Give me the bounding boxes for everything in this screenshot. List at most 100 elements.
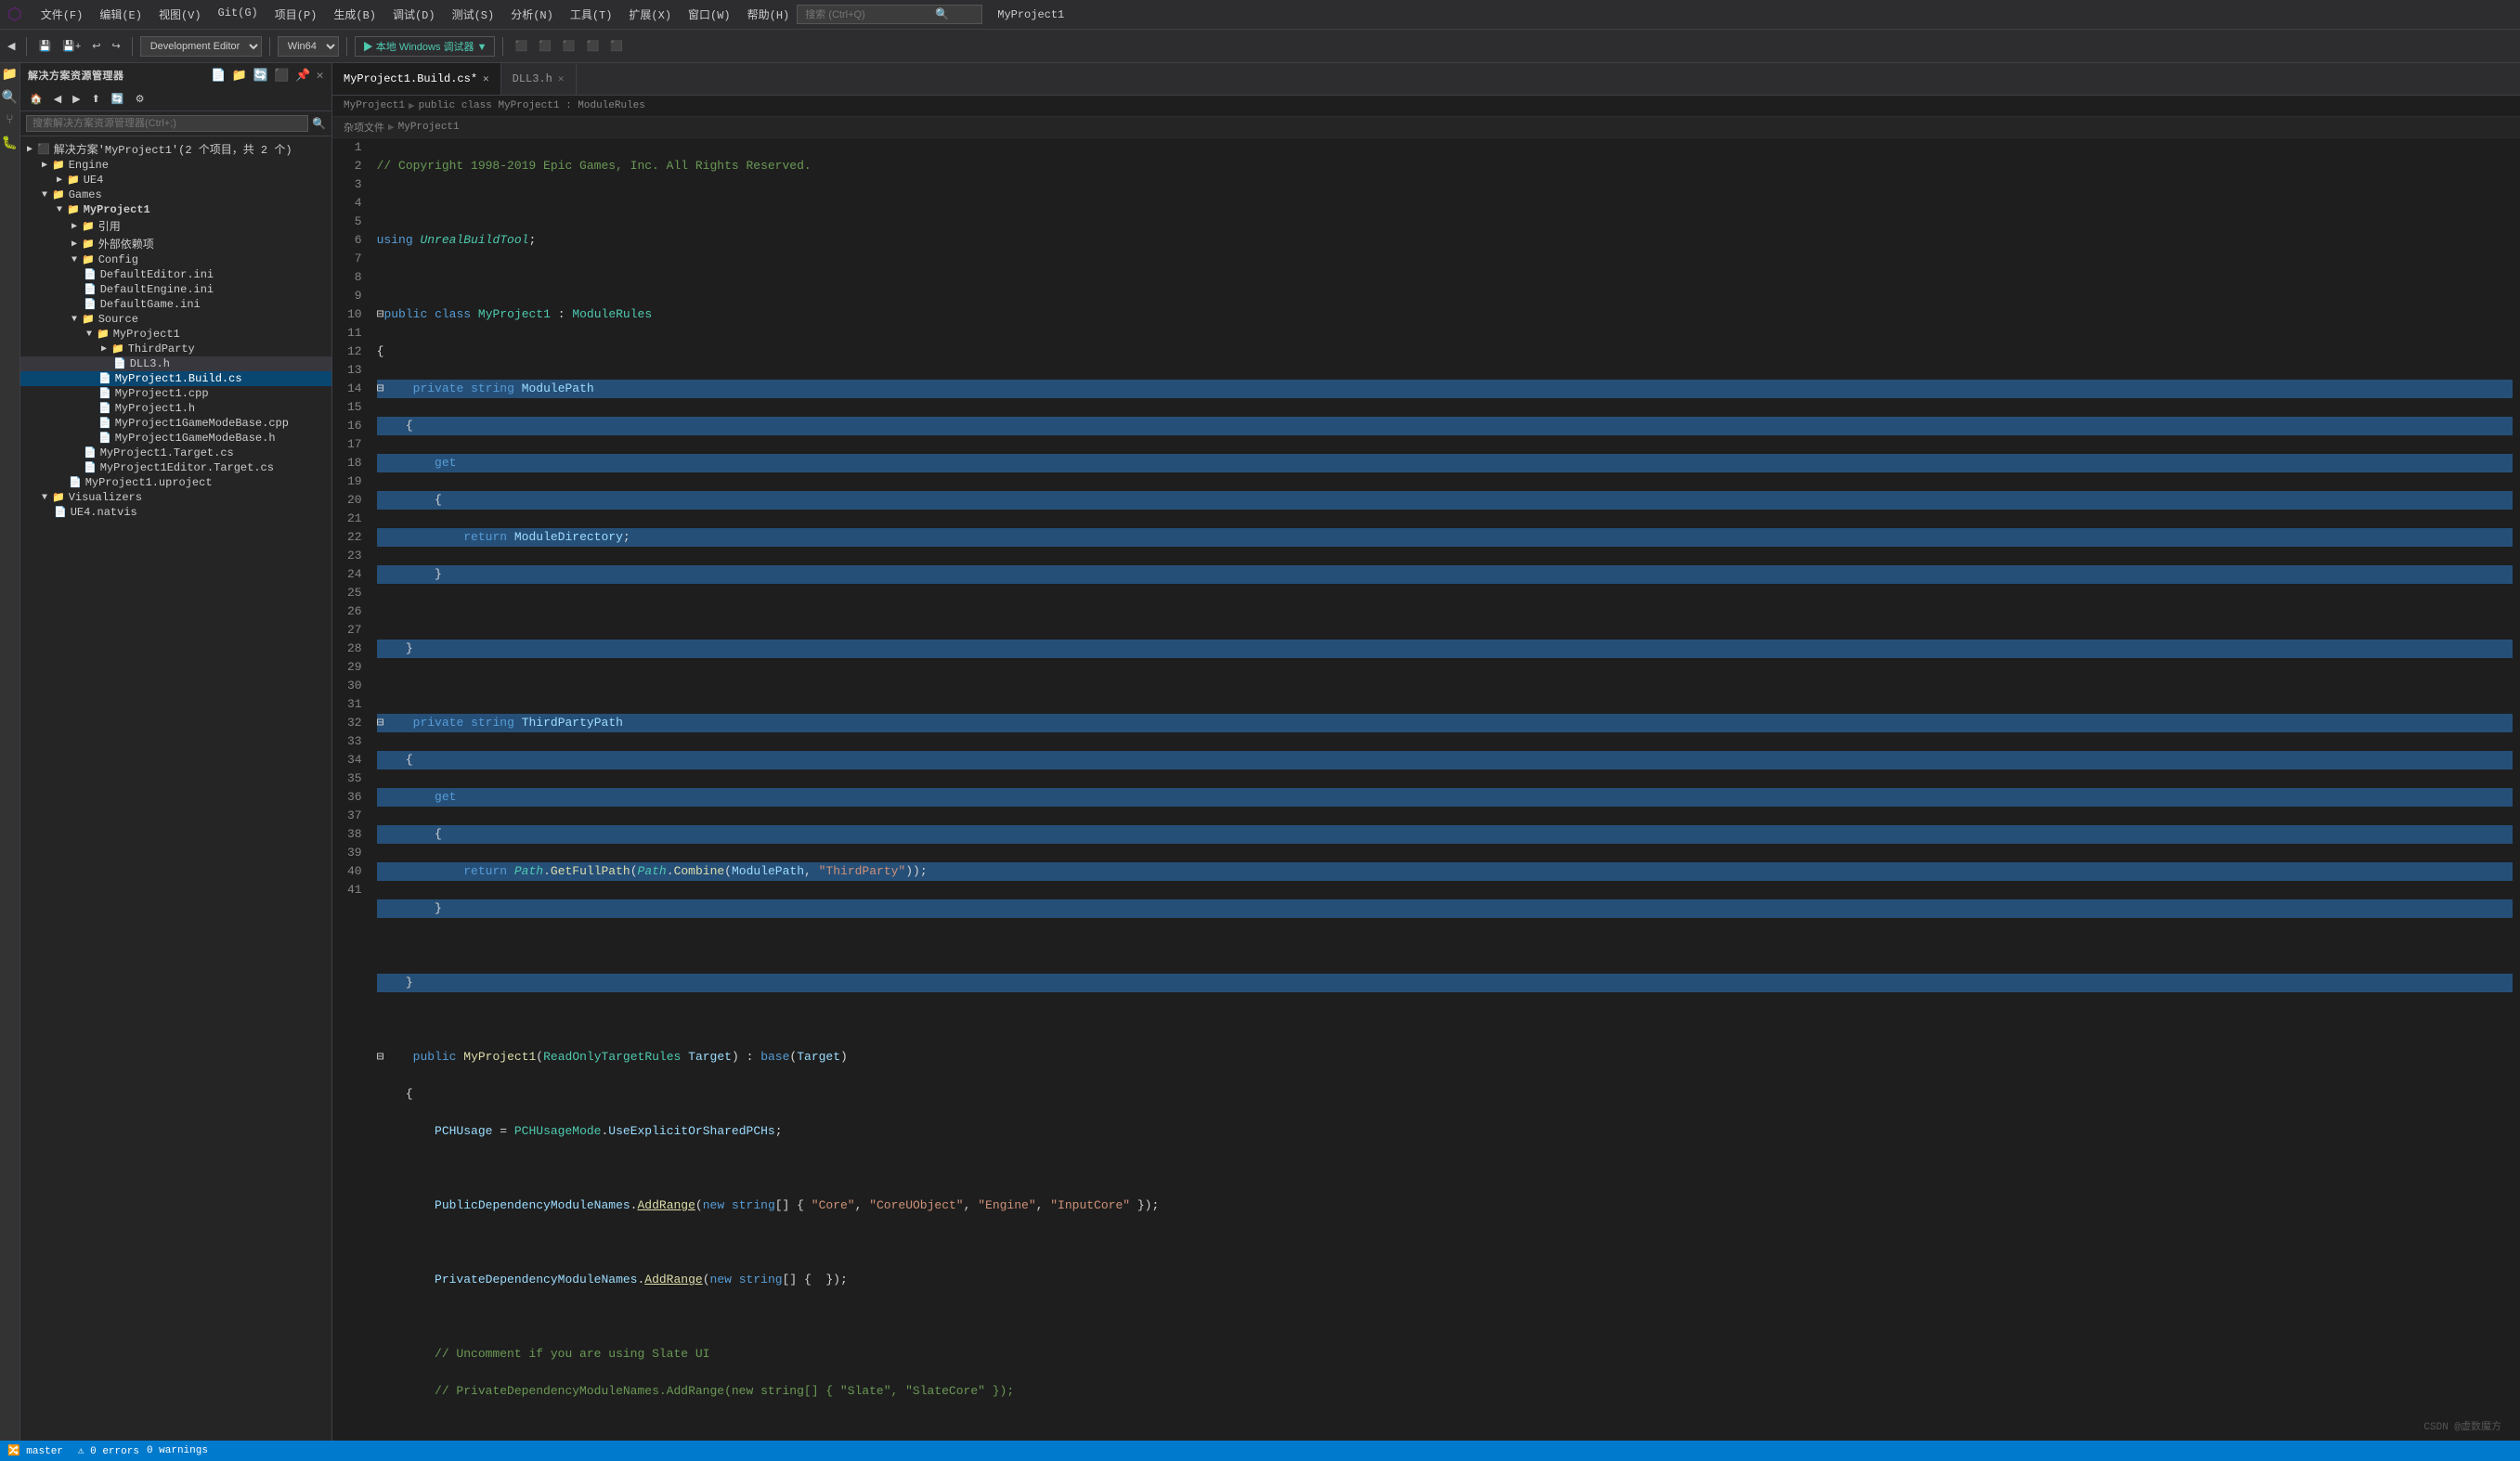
toolbar-more4[interactable]: ⬛ xyxy=(583,38,604,54)
activity-explorer[interactable]: 📁 xyxy=(1,67,19,83)
platform-dropdown[interactable]: Win64 xyxy=(278,36,339,57)
sidebar-new-file[interactable]: 📄 xyxy=(211,69,227,83)
code-line-13 xyxy=(377,602,2513,621)
title-bar: ⬡ 文件(F) 编辑(E) 视图(V) Git(G) 项目(P) 生成(B) 调… xyxy=(0,0,2520,30)
collapse-arrow-source: ▼ xyxy=(69,315,80,325)
tree-item-solution[interactable]: ▶ ⬛ 解决方案'MyProject1'(2 个项目，共 2 个) xyxy=(20,140,331,158)
sidebar-pin[interactable]: 📌 xyxy=(295,69,311,83)
tree-item-uproject[interactable]: 📄 MyProject1.uproject xyxy=(20,475,331,490)
code-content[interactable]: // Copyright 1998-2019 Epic Games, Inc. … xyxy=(370,138,2520,1461)
search-input[interactable] xyxy=(805,9,935,20)
ref-icon: 📁 xyxy=(82,220,95,233)
tree-item-source-myproject1[interactable]: ▼ 📁 MyProject1 xyxy=(20,327,331,342)
menu-debug[interactable]: 调试(D) xyxy=(385,3,443,26)
menu-git[interactable]: Git(G) xyxy=(211,3,266,26)
tree-item-defaultengine[interactable]: 📄 DefaultEngine.ini xyxy=(20,282,331,297)
breadcrumb-part1[interactable]: MyProject1 xyxy=(344,100,405,111)
tree-item-gamemodebase-cpp[interactable]: 📄 MyProject1GameModeBase.cpp xyxy=(20,416,331,431)
activity-debug[interactable]: 🐛 xyxy=(1,136,19,151)
sidebar-new-folder[interactable]: 📁 xyxy=(232,69,248,83)
sidebar-refresh[interactable]: 🔄 xyxy=(253,69,269,83)
toolbar-save[interactable]: 💾 xyxy=(34,38,55,54)
st-forward[interactable]: ▶ xyxy=(69,91,84,107)
tree-item-games[interactable]: ▼ 📁 Games xyxy=(20,187,331,202)
src-myproject1-folder-icon: 📁 xyxy=(97,328,110,341)
st-home[interactable]: 🏠 xyxy=(26,91,46,107)
activity-search[interactable]: 🔍 xyxy=(1,90,19,106)
tree-item-target-cs[interactable]: 📄 MyProject1.Target.cs xyxy=(20,446,331,460)
status-branch[interactable]: 🔀 master xyxy=(7,1444,63,1457)
file-icon-target-cs: 📄 xyxy=(84,446,97,459)
tree-item-defaultgame[interactable]: 📄 DefaultGame.ini xyxy=(20,297,331,312)
tree-item-editor-target-cs[interactable]: 📄 MyProject1Editor.Target.cs xyxy=(20,460,331,475)
toolbar-redo[interactable]: ↪ xyxy=(109,38,124,54)
ln-26: 26 xyxy=(347,602,362,621)
tree-item-thirdparty[interactable]: ▶ 📁 ThirdParty xyxy=(20,342,331,356)
tree-item-deps[interactable]: ▶ 📁 外部依赖项 xyxy=(20,235,331,252)
st-filter[interactable]: ⚙ xyxy=(132,91,149,107)
toolbar-save-all[interactable]: 💾+ xyxy=(58,38,84,54)
tree-item-build-cs[interactable]: 📄 MyProject1.Build.cs xyxy=(20,371,331,386)
st-back[interactable]: ◀ xyxy=(50,91,65,107)
tree-item-gamemodebase-h[interactable]: 📄 MyProject1GameModeBase.h xyxy=(20,431,331,446)
sidebar-title: 解决方案资源管理器 xyxy=(28,68,124,83)
menu-file[interactable]: 文件(F) xyxy=(33,3,91,26)
menu-test[interactable]: 测试(S) xyxy=(445,3,502,26)
toolbar-sep2 xyxy=(132,37,133,56)
tree-item-config[interactable]: ▼ 📁 Config xyxy=(20,252,331,267)
tree-item-engine[interactable]: ▶ 📁 Engine xyxy=(20,158,331,173)
code-editor[interactable]: 1 2 3 4 5 6 7 8 9 10 11 12 13 14 15 16 1… xyxy=(332,138,2520,1461)
tree-item-ref[interactable]: ▶ 📁 引用 xyxy=(20,217,331,235)
code-line-1: // Copyright 1998-2019 Epic Games, Inc. … xyxy=(377,157,2513,175)
menu-analyze[interactable]: 分析(N) xyxy=(503,3,561,26)
sidebar-search-bar[interactable]: 🔍 xyxy=(20,111,331,136)
menu-view[interactable]: 视图(V) xyxy=(151,3,209,26)
toolbar-back[interactable]: ◀ xyxy=(4,38,19,54)
tree-item-myproject1[interactable]: ▼ 📁 MyProject1 xyxy=(20,202,331,217)
tree-item-visualizers[interactable]: ▼ 📁 Visualizers xyxy=(20,490,331,505)
code-line-7: ⊟ private string ModulePath xyxy=(377,380,2513,398)
menu-help[interactable]: 帮助(H) xyxy=(740,3,798,26)
activity-git[interactable]: ⑂ xyxy=(1,113,19,128)
tree-item-defaulteditor[interactable]: 📄 DefaultEditor.ini xyxy=(20,267,331,282)
breadcrumb2-part1: 杂项文件 xyxy=(344,120,384,135)
menu-build[interactable]: 生成(B) xyxy=(326,3,383,26)
toolbar-more3[interactable]: ⬛ xyxy=(559,38,579,54)
sidebar-collapse[interactable]: ⬛ xyxy=(274,69,290,83)
collapse-arrow: ▶ xyxy=(24,144,35,155)
toolbar-more1[interactable]: ⬛ xyxy=(511,38,531,54)
tree-item-dll3h[interactable]: 📄 DLL3.h xyxy=(20,356,331,371)
menu-tools[interactable]: 工具(T) xyxy=(563,3,620,26)
profile-dropdown[interactable]: Development Editor xyxy=(140,36,262,57)
menu-project[interactable]: 项目(P) xyxy=(267,3,325,26)
menu-window[interactable]: 窗口(W) xyxy=(681,3,738,26)
menu-edit[interactable]: 编辑(E) xyxy=(92,3,149,26)
sidebar-close[interactable]: ✕ xyxy=(317,69,324,83)
tree-item-myproject1-h[interactable]: 📄 MyProject1.h xyxy=(20,401,331,416)
tree-item-myproject1-cpp[interactable]: 📄 MyProject1.cpp xyxy=(20,386,331,401)
tree-item-ue4[interactable]: ▶ 📁 UE4 xyxy=(20,173,331,187)
thirdparty-folder-icon: 📁 xyxy=(111,343,124,356)
code-line-5: ⊟public class MyProject1 : ModuleRules xyxy=(377,305,2513,324)
menu-extensions[interactable]: 扩展(X) xyxy=(621,3,679,26)
code-line-35 xyxy=(377,1419,2513,1438)
tab-build-cs[interactable]: MyProject1.Build.cs* ✕ xyxy=(332,63,501,95)
toolbar-more5[interactable]: ⬛ xyxy=(606,38,627,54)
st-refresh2[interactable]: 🔄 xyxy=(108,91,128,107)
tab-close-dll3h[interactable]: ✕ xyxy=(558,72,565,85)
breadcrumb-part2[interactable]: public class MyProject1 : ModuleRules xyxy=(419,100,645,111)
sidebar-search-input[interactable] xyxy=(26,115,308,132)
run-button[interactable]: ▶ 本地 Windows 调试器 ▼ xyxy=(355,36,496,57)
title-search[interactable]: 🔍 xyxy=(797,5,982,24)
tree-item-ue4-natvis[interactable]: 📄 UE4.natvis xyxy=(20,505,331,520)
code-line-12: } xyxy=(377,565,2513,584)
tab-close-build-cs[interactable]: ✕ xyxy=(483,72,489,85)
tab-label-dll3h: DLL3.h xyxy=(513,72,552,85)
toolbar-undo[interactable]: ↩ xyxy=(88,38,104,54)
st-up[interactable]: ⬆ xyxy=(88,91,104,107)
config-label: Config xyxy=(98,253,138,266)
toolbar-more2[interactable]: ⬛ xyxy=(535,38,555,54)
tree-item-source[interactable]: ▼ 📁 Source xyxy=(20,312,331,327)
tab-dll3h[interactable]: DLL3.h ✕ xyxy=(501,63,577,95)
code-line-14: } xyxy=(377,640,2513,658)
